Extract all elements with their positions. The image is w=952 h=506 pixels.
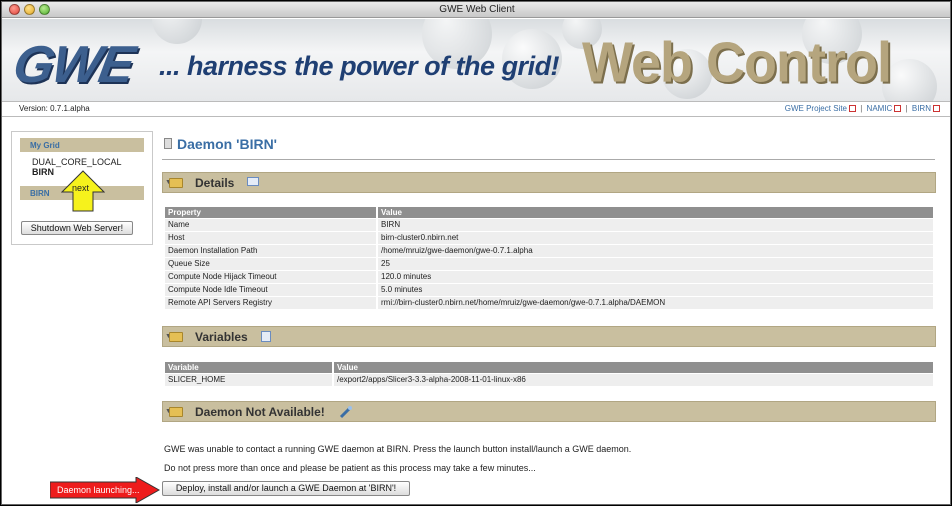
wand-icon	[339, 406, 352, 419]
banner-panel-title: Web Control Panel	[582, 30, 892, 101]
variables-col-variable: Variable	[165, 362, 334, 373]
link-birn[interactable]: BIRN	[912, 104, 931, 113]
table-row: Host birn-cluster0.nbirn.net	[165, 230, 935, 244]
table-row: Compute Node Hijack Timeout 120.0 minutes	[165, 269, 935, 283]
details-section-title: Details	[195, 176, 235, 190]
folder-open-icon	[169, 178, 183, 188]
top-links: GWE Project Site | NAMIC | BIRN	[785, 104, 940, 113]
external-link-icon	[894, 105, 902, 112]
status-message-2: Do not press more than once and please b…	[164, 463, 536, 473]
details-col-property: Property	[165, 207, 378, 218]
daemon-icon	[164, 138, 172, 149]
sidebar-item-birn[interactable]: BIRN	[32, 167, 54, 177]
daemon-launching-label: Daemon launching...	[57, 485, 140, 495]
table-row: Queue Size 25	[165, 256, 935, 270]
banner-tagline: ... harness the power of the grid!	[159, 51, 560, 81]
sidebar-header-my-grid[interactable]: My Grid	[20, 138, 144, 152]
details-col-value: Value	[377, 207, 935, 218]
title-bar: GWE Web Client	[2, 2, 950, 18]
external-link-icon	[849, 105, 856, 112]
gwe-logo-text: GWE	[8, 36, 138, 94]
details-icon	[247, 177, 259, 186]
next-annotation-label: next	[72, 183, 90, 193]
variables-section-header[interactable]: ▼ Variables	[162, 326, 936, 347]
version-label: Version: 0.7.1.alpha	[19, 104, 90, 113]
page-title: Daemon 'BIRN'	[177, 136, 278, 152]
table-row: Daemon Installation Path/home/mruiz/gwe-…	[165, 243, 935, 257]
status-section-header[interactable]: ▼ Daemon Not Available!	[162, 401, 936, 422]
status-message-1: GWE was unable to contact a running GWE …	[164, 444, 632, 454]
gwe-logo: GWE	[9, 29, 150, 94]
external-link-icon	[933, 105, 940, 112]
shutdown-web-server-button[interactable]: Shutdown Web Server!	[21, 221, 133, 235]
table-row: SLICER_HOME/export2/apps/Slicer3-3.3-alp…	[165, 372, 935, 386]
sidebar-item-dual-core-local[interactable]: DUAL_CORE_LOCAL	[32, 157, 122, 167]
header-banner: GWE ... harness the power of the grid! W…	[2, 19, 950, 101]
details-section-header[interactable]: ▼ Details	[162, 172, 936, 193]
link-namic[interactable]: NAMIC	[867, 104, 893, 113]
status-section-title: Daemon Not Available!	[195, 405, 325, 419]
table-row: Compute Node Idle Timeout 5.0 minutes	[165, 282, 935, 296]
window-title: GWE Web Client	[439, 4, 515, 15]
table-row: Remote API Servers Registry rmi://birn-cl…	[165, 295, 935, 309]
variables-col-value: Value	[333, 362, 935, 373]
title-divider	[162, 159, 935, 160]
variables-icon	[261, 331, 271, 342]
variables-table: Variable Value SLICER_HOME/export2/apps/…	[165, 362, 935, 386]
folder-open-icon	[169, 332, 183, 342]
link-gwe-project-site[interactable]: GWE Project Site	[785, 104, 847, 113]
deploy-daemon-button[interactable]: Deploy, install and/or launch a GWE Daem…	[162, 481, 410, 496]
folder-open-icon	[169, 407, 183, 417]
version-bar: Version: 0.7.1.alpha GWE Project Site | …	[2, 101, 950, 117]
browser-window: GWE Web Client GWE ... harness the power…	[1, 1, 951, 505]
decor-bubble	[152, 19, 202, 44]
details-table: Property Value Name BIRN Host birn-cluster…	[165, 207, 935, 309]
table-row: Name BIRN	[165, 217, 935, 231]
variables-section-title: Variables	[195, 330, 248, 344]
